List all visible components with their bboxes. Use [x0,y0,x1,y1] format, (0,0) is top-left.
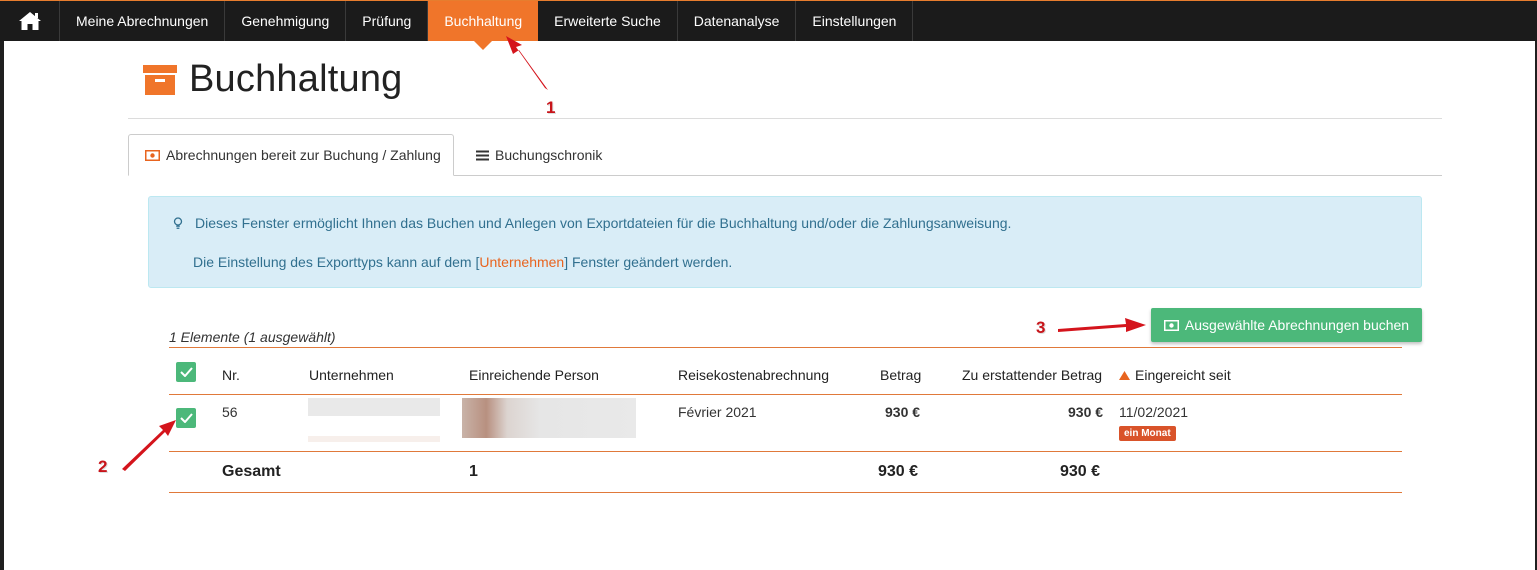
arrow-1-shape [506,36,548,90]
annotation-3: 3 [1036,318,1046,337]
annotation-1: 1 [546,98,556,117]
annotation-arrows [122,36,1146,471]
annotation-2: 2 [98,457,108,476]
arrow-3-shape [1058,318,1146,332]
arrow-2-shape [122,420,176,471]
